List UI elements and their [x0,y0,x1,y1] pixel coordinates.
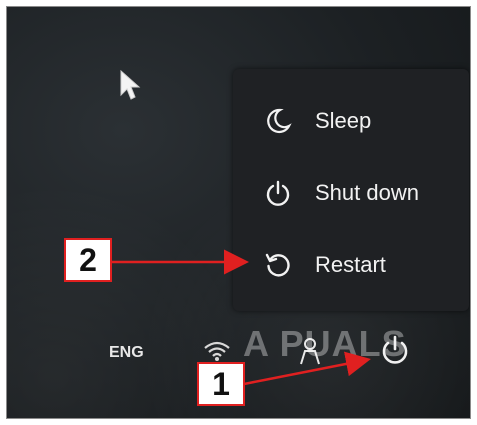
language-indicator[interactable]: ENG [109,344,144,362]
step-2-badge: 2 [64,238,112,282]
power-icon [263,178,293,208]
mouse-cursor-icon [120,69,141,100]
sleep-menu-item[interactable]: Sleep [233,91,469,151]
power-icon[interactable] [379,333,411,367]
restart-label: Restart [315,252,386,277]
moon-icon [263,106,293,136]
wifi-icon[interactable] [203,340,231,362]
screen-photo: Sleep Shut down Restart ENG A PUALS [6,6,471,419]
shut-down-label: Shut down [315,180,419,205]
restart-icon [263,250,293,280]
restart-menu-item[interactable]: Restart [233,235,469,295]
shut-down-menu-item[interactable]: Shut down [233,163,469,223]
step-1-badge: 1 [197,362,245,406]
power-menu: Sleep Shut down Restart [233,69,469,311]
sleep-label: Sleep [315,108,372,133]
